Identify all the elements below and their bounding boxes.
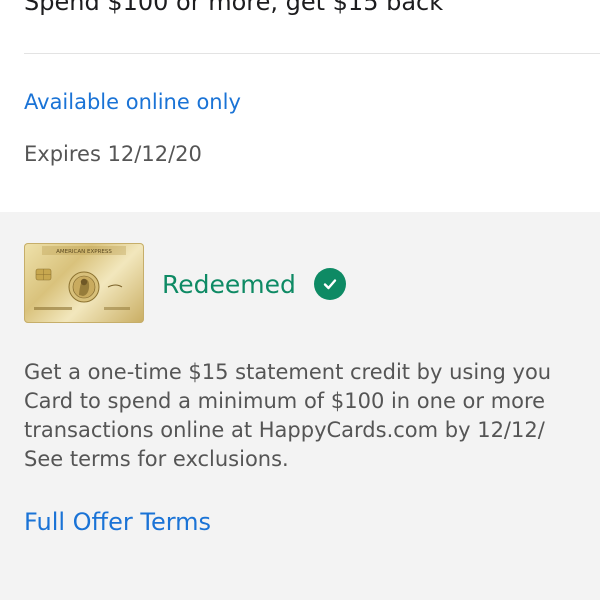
description-line: Card to spend a minimum of $100 in one o… [24, 389, 546, 413]
description-line: See terms for exclusions. [24, 447, 289, 471]
offer-title: Spend $100 or more, get $15 back [24, 0, 444, 16]
offer-description: Get a one-time $15 statement credit by u… [24, 358, 600, 474]
offer-detail-screen: Spend $100 or more, get $15 back Availab… [0, 0, 600, 600]
full-offer-terms-link[interactable]: Full Offer Terms [24, 508, 211, 536]
offer-details-section: AMERICAN EXPRESS Redeemed Get a one-time… [0, 212, 600, 600]
availability-note: Available online only [24, 90, 241, 114]
expiration-date: Expires 12/12/20 [24, 142, 202, 166]
gold-card-image: AMERICAN EXPRESS [24, 243, 144, 323]
redemption-status: Redeemed [162, 268, 346, 300]
check-circle-icon [313, 268, 346, 300]
offer-summary-section: Spend $100 or more, get $15 back Availab… [0, 0, 600, 212]
gold-card-artwork: AMERICAN EXPRESS [34, 246, 130, 310]
description-line: transactions online at HappyCards.com by… [24, 418, 545, 442]
card-issuer-text: AMERICAN EXPRESS [56, 249, 112, 255]
status-label: Redeemed [162, 269, 296, 299]
description-line: Get a one-time $15 statement credit by u… [24, 360, 552, 384]
divider [24, 53, 600, 54]
